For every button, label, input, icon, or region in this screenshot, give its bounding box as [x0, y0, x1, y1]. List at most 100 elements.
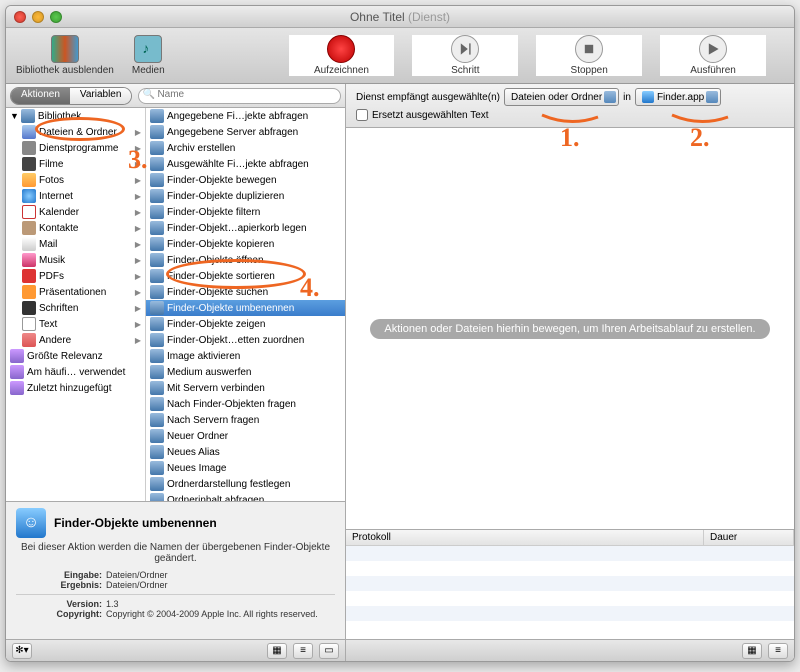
zoom-button[interactable] — [50, 11, 62, 23]
library-tabs[interactable]: Aktionen Variablen — [10, 87, 132, 105]
finder-mini-icon — [642, 91, 654, 103]
replaces-text-label: Ersetzt ausgewählten Text — [372, 110, 489, 121]
action-item[interactable]: Angegebene Fi…jekte abfragen — [146, 108, 345, 124]
library-item[interactable]: Dateien & Ordner▶ — [6, 124, 145, 140]
action-info: ☺ Finder-Objekte umbenennen Bei dieser A… — [6, 501, 345, 639]
service-receives-label: Dienst empfängt ausgewählte(n) — [356, 92, 500, 103]
search-field[interactable] — [138, 88, 341, 104]
tab-variables[interactable]: Variablen — [70, 88, 132, 104]
stop-button[interactable]: Stoppen — [536, 35, 642, 76]
log-view-1-button[interactable]: ▦ — [742, 643, 762, 659]
search-input[interactable] — [157, 89, 334, 100]
action-item[interactable]: Finder-Objekte öffnen — [146, 252, 345, 268]
library-item[interactable]: PDFs▶ — [6, 268, 145, 284]
library-root[interactable]: ▼Bibliothek — [6, 108, 145, 124]
action-item[interactable]: Finder-Objekte suchen — [146, 284, 345, 300]
smart-folder-item[interactable]: Größte Relevanz — [6, 348, 145, 364]
step-label: Schritt — [451, 65, 479, 76]
action-item[interactable]: Finder-Objekte sortieren — [146, 268, 345, 284]
action-item[interactable]: Neues Image — [146, 460, 345, 476]
action-item[interactable]: Ausgewählte Fi…jekte abfragen — [146, 156, 345, 172]
library-item[interactable]: Kontakte▶ — [6, 220, 145, 236]
finder-icon: ☺ — [16, 508, 46, 538]
replaces-text-checkbox[interactable]: Ersetzt ausgewählten Text — [356, 109, 784, 121]
record-button[interactable]: Aufzeichnen — [289, 35, 395, 76]
run-label: Ausführen — [690, 65, 736, 76]
library-item[interactable]: Andere▶ — [6, 332, 145, 348]
view-large-button[interactable]: ▦ — [267, 643, 287, 659]
media-label: Medien — [132, 65, 165, 76]
log-col-protocol[interactable]: Protokoll — [346, 530, 704, 545]
workflow-placeholder: Aktionen oder Dateien hierhin bewegen, u… — [370, 319, 769, 339]
action-item[interactable]: Finder-Objekt…apierkorb legen — [146, 220, 345, 236]
smart-folder-item[interactable]: Am häufi… verwendet — [6, 364, 145, 380]
library-categories[interactable]: ▼BibliothekDateien & Ordner▶Dienstprogra… — [6, 108, 146, 501]
library-item[interactable]: Präsentationen▶ — [6, 284, 145, 300]
service-in-label: in — [623, 92, 631, 103]
minimize-button[interactable] — [32, 11, 44, 23]
close-button[interactable] — [14, 11, 26, 23]
action-item[interactable]: Angegebene Server abfragen — [146, 124, 345, 140]
log-col-duration[interactable]: Dauer — [704, 530, 794, 545]
library-item[interactable]: Musik▶ — [6, 252, 145, 268]
view-list-button[interactable]: ≡ — [293, 643, 313, 659]
play-icon — [699, 35, 727, 63]
service-input-type-popup[interactable]: Dateien oder Ordner — [504, 88, 619, 106]
library-item[interactable]: Internet▶ — [6, 188, 145, 204]
library-item[interactable]: Fotos▶ — [6, 172, 145, 188]
info-input-value: Dateien/Ordner — [106, 570, 168, 580]
tab-actions[interactable]: Aktionen — [11, 88, 70, 104]
actions-list[interactable]: Angegebene Fi…jekte abfragenAngegebene S… — [146, 108, 345, 501]
library-item[interactable]: Mail▶ — [6, 236, 145, 252]
library-item[interactable]: Text▶ — [6, 316, 145, 332]
action-item[interactable]: Finder-Objekte umbenennen — [146, 300, 345, 316]
action-item[interactable]: Ordnerdarstellung festlegen — [146, 476, 345, 492]
action-item[interactable]: Finder-Objekte bewegen — [146, 172, 345, 188]
smart-folder-item[interactable]: Zuletzt hinzugefügt — [6, 380, 145, 396]
info-description: Bei dieser Aktion werden die Namen der ü… — [16, 542, 335, 564]
record-label: Aufzeichnen — [314, 65, 369, 76]
action-item[interactable]: Finder-Objekte duplizieren — [146, 188, 345, 204]
toolbar: Bibliothek ausblenden Medien Aufzeichnen… — [6, 28, 794, 84]
action-item[interactable]: Nach Servern fragen — [146, 412, 345, 428]
service-bar: Dienst empfängt ausgewählte(n) Dateien o… — [346, 84, 794, 128]
action-item[interactable]: Nach Finder-Objekten fragen — [146, 396, 345, 412]
library-item[interactable]: Dienstprogramme▶ — [6, 140, 145, 156]
replaces-text-input[interactable] — [356, 109, 368, 121]
action-item[interactable]: Image aktivieren — [146, 348, 345, 364]
media-icon — [134, 35, 162, 63]
media-button[interactable]: Medien — [132, 35, 165, 76]
service-app-popup[interactable]: Finder.app — [635, 88, 721, 106]
library-item[interactable]: Filme▶ — [6, 156, 145, 172]
step-button[interactable]: Schritt — [412, 35, 518, 76]
action-item[interactable]: Finder-Objekte kopieren — [146, 236, 345, 252]
workflow-canvas[interactable]: Aktionen oder Dateien hierhin bewegen, u… — [346, 128, 794, 529]
right-statusbar: ▦ ≡ — [346, 639, 794, 661]
action-item[interactable]: Finder-Objekte filtern — [146, 204, 345, 220]
run-button[interactable]: Ausführen — [660, 35, 766, 76]
gear-menu-button[interactable]: ✻▾ — [12, 643, 32, 659]
info-copyright-key: Copyright: — [16, 609, 106, 619]
info-version-key: Version: — [16, 599, 106, 609]
titlebar: Ohne Titel (Dienst) — [6, 6, 794, 28]
hide-library-label: Bibliothek ausblenden — [16, 65, 114, 76]
action-item[interactable]: Neues Alias — [146, 444, 345, 460]
record-icon — [327, 35, 355, 63]
info-result-key: Ergebnis: — [16, 580, 106, 590]
action-item[interactable]: Neuer Ordner — [146, 428, 345, 444]
action-item[interactable]: Mit Servern verbinden — [146, 380, 345, 396]
info-copyright-value: Copyright © 2004-2009 Apple Inc. All rig… — [106, 609, 335, 619]
action-item[interactable]: Finder-Objekte zeigen — [146, 316, 345, 332]
library-item[interactable]: Schriften▶ — [6, 300, 145, 316]
info-version-value: 1.3 — [106, 599, 119, 609]
action-item[interactable]: Ordnerinhalt abfragen — [146, 492, 345, 501]
library-item[interactable]: Kalender▶ — [6, 204, 145, 220]
action-item[interactable]: Medium auswerfen — [146, 364, 345, 380]
action-item[interactable]: Finder-Objekt…etten zuordnen — [146, 332, 345, 348]
log-view-2-button[interactable]: ≡ — [768, 643, 788, 659]
action-item[interactable]: Archiv erstellen — [146, 140, 345, 156]
hide-library-button[interactable]: Bibliothek ausblenden — [16, 35, 114, 76]
info-title: Finder-Objekte umbenennen — [54, 516, 217, 530]
view-flow-button[interactable]: ▭ — [319, 643, 339, 659]
stop-icon — [575, 35, 603, 63]
